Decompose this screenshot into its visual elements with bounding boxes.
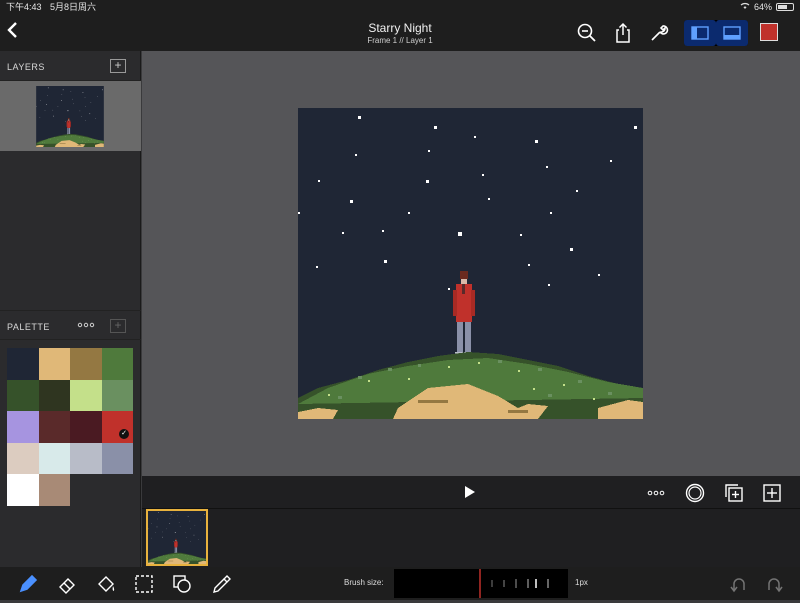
redo-icon [768, 578, 783, 593]
canvas-area[interactable] [142, 51, 800, 476]
palette-swatch[interactable] [7, 379, 39, 411]
sidebar: LAYERS + PALETTE + ✓ [0, 51, 141, 567]
eyedropper-tool-button[interactable] [211, 573, 233, 595]
add-color-button[interactable]: + [110, 319, 126, 333]
brush-size-label: Brush size: [344, 578, 384, 587]
palette-swatch[interactable] [38, 379, 70, 411]
undo-button[interactable] [728, 574, 748, 594]
current-color-swatch[interactable] [760, 23, 778, 41]
zoom-out-icon [577, 23, 596, 42]
pencil-tool-button[interactable] [17, 573, 39, 595]
layout-toggle-group [684, 20, 748, 46]
brush-size-value: 1px [575, 578, 588, 587]
brush-size-slider[interactable] [394, 569, 568, 598]
palette-swatch[interactable] [38, 474, 70, 506]
undo-icon [730, 578, 745, 593]
bottom-panel-layout-icon [723, 26, 741, 40]
palette-swatch[interactable] [38, 442, 70, 474]
palette-swatch[interactable] [38, 348, 70, 380]
zoom-button[interactable] [576, 22, 598, 44]
palette-swatch[interactable] [101, 442, 133, 474]
eraser-tool-button[interactable] [56, 573, 78, 595]
more-icon [647, 490, 665, 496]
palette-more-button[interactable] [77, 320, 95, 331]
layer-row[interactable] [0, 81, 141, 151]
eyedropper-icon [213, 575, 231, 593]
layers-header: LAYERS + [0, 51, 141, 81]
settings-button[interactable] [648, 22, 670, 44]
bottom-panel-layout-button[interactable] [716, 20, 748, 46]
back-button[interactable] [6, 20, 26, 44]
status-bar: 下午4:43 5月8日周六 64% [0, 0, 800, 14]
palette-swatch[interactable] [70, 411, 102, 443]
timeline-panel [142, 476, 800, 567]
selection-tool-button[interactable] [133, 573, 155, 595]
plus-icon: + [114, 58, 122, 72]
add-frame-button[interactable] [762, 483, 782, 503]
palette-swatch[interactable] [70, 442, 102, 474]
timeline-controls [142, 476, 800, 509]
palette-swatch[interactable] [7, 474, 39, 506]
palette-swatch[interactable]: ✓ [101, 411, 133, 443]
fill-bucket-icon [98, 576, 115, 592]
palette-swatch[interactable] [101, 379, 133, 411]
add-layer-button[interactable]: + [110, 59, 126, 73]
battery-icon [776, 3, 794, 11]
onion-skin-button[interactable] [684, 483, 705, 503]
palette-swatch[interactable] [7, 348, 39, 380]
share-icon [616, 22, 630, 43]
battery-percent: 64% [753, 2, 772, 12]
palette-title: PALETTE [7, 322, 50, 332]
document-title: Starry Night [368, 21, 432, 35]
play-button[interactable] [463, 485, 477, 504]
frame-thumbnail[interactable] [146, 509, 208, 566]
more-icon [77, 322, 95, 328]
onion-skin-icon [685, 483, 705, 503]
layer-thumbnail [36, 86, 104, 147]
wifi-icon [740, 0, 750, 14]
pixel-canvas[interactable] [298, 108, 643, 419]
document-subtitle: Frame 1 // Layer 1 [367, 36, 433, 45]
palette-swatch[interactable] [7, 442, 39, 474]
back-icon [7, 22, 17, 38]
layers-title: LAYERS [7, 62, 45, 72]
fill-tool-button[interactable] [95, 573, 117, 595]
palette-swatch[interactable] [70, 348, 102, 380]
checkmark-icon: ✓ [119, 428, 129, 439]
wrench-icon [651, 25, 669, 41]
palette-swatch[interactable] [70, 379, 102, 411]
shape-icon [173, 575, 191, 593]
palette-header: PALETTE + [0, 310, 141, 340]
palette-swatch[interactable] [7, 411, 39, 443]
share-button[interactable] [612, 22, 634, 44]
duplicate-frame-button[interactable] [724, 483, 744, 503]
redo-button[interactable] [765, 574, 785, 594]
tool-bar: Brush size: 1px [0, 567, 800, 600]
duplicate-frame-icon [725, 484, 743, 502]
left-panel-layout-button[interactable] [684, 20, 716, 46]
palette-swatch[interactable] [101, 348, 133, 380]
plus-icon: + [114, 318, 122, 332]
selection-icon [135, 575, 153, 593]
add-frame-icon [763, 484, 781, 502]
status-time: 下午4:43 [6, 2, 42, 12]
shape-tool-button[interactable] [171, 573, 193, 595]
nav-bar: Starry Night Frame 1 // Layer 1 [0, 14, 800, 51]
left-panel-layout-icon [691, 26, 709, 40]
eraser-icon [59, 578, 75, 594]
play-icon [465, 486, 475, 498]
pencil-icon [19, 574, 38, 593]
brush-size-ticks [479, 569, 549, 598]
palette-grid: ✓ [7, 348, 133, 506]
timeline-more-button[interactable] [646, 483, 666, 503]
status-date: 5月8日周六 [50, 2, 97, 12]
palette-swatch[interactable] [38, 411, 70, 443]
